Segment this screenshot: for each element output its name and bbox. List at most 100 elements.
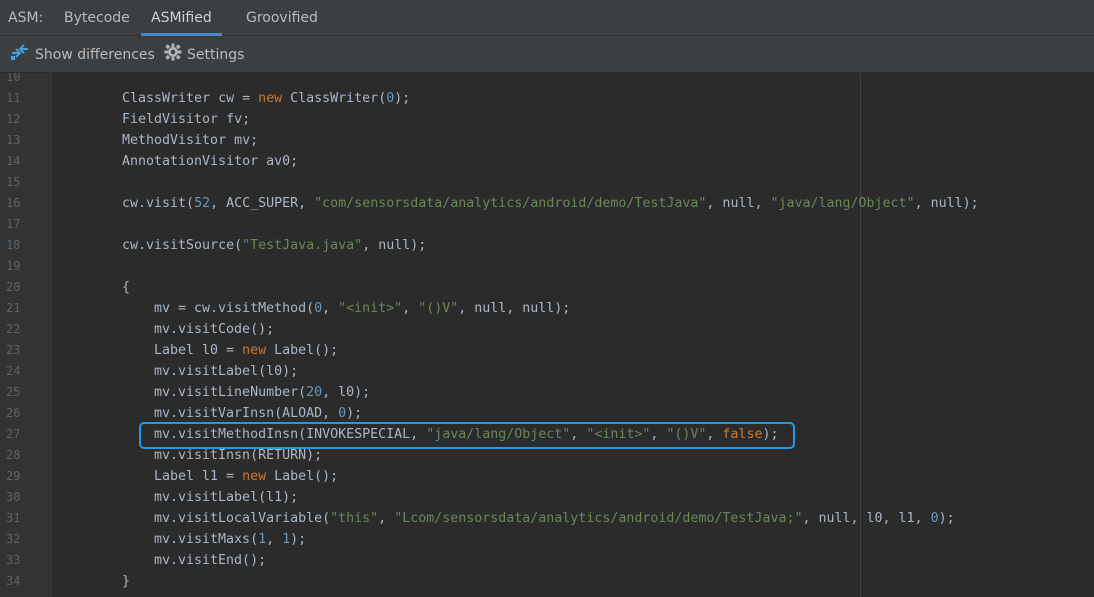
code-token: MethodVisitor mv;	[122, 133, 259, 148]
code-text: cw.visitSource("TestJava.java", null);	[122, 235, 426, 256]
code-token: new	[242, 343, 267, 358]
code-line[interactable]: 15	[0, 172, 1094, 193]
code-line[interactable]: 21 mv = cw.visitMethod(0, "<init>", "()V"…	[0, 298, 1094, 319]
code-line[interactable]: 23 Label l0 = new Label();	[0, 340, 1094, 361]
code-token: ,	[402, 301, 419, 316]
tab-bytecode[interactable]: Bytecode	[54, 0, 140, 36]
code-line[interactable]: 22 mv.visitCode();	[0, 319, 1094, 340]
tab-asmified[interactable]: ASMified	[141, 0, 222, 36]
code-line[interactable]: 17	[0, 214, 1094, 235]
code-token: "()V"	[418, 301, 459, 316]
code-token: Label();	[266, 343, 339, 358]
line-number: 22	[6, 322, 21, 336]
highlighted-line-box	[139, 422, 795, 449]
code-token: new	[242, 469, 267, 484]
code-text: mv = cw.visitMethod(0, "<init>", "()V", …	[154, 298, 570, 319]
show-differences-button[interactable]: Show differences	[10, 43, 155, 66]
line-number: 26	[6, 406, 21, 420]
code-token: 20	[306, 385, 323, 400]
code-token: , l0);	[322, 385, 371, 400]
line-number: 28	[6, 448, 21, 462]
code-token: 0	[338, 406, 347, 421]
line-number: 34	[6, 574, 21, 588]
code-text: mv.visitCode();	[154, 319, 274, 340]
code-token: , null,	[706, 196, 771, 211]
code-line[interactable]: 31 mv.visitLocalVariable("this", "Lcom/se…	[0, 508, 1094, 529]
code-token: 0	[314, 301, 323, 316]
show-differences-label: Show differences	[35, 47, 155, 63]
toolbar: Show differences Settings	[0, 36, 1094, 73]
code-token: 1	[282, 532, 291, 547]
code-token: "this"	[330, 511, 379, 526]
code-token: 0	[930, 511, 939, 526]
code-token: "java/lang/Object"	[770, 196, 915, 211]
code-token: Label l0 =	[154, 343, 243, 358]
code-text: Label l1 = new Label();	[154, 466, 338, 487]
code-token: );	[938, 511, 955, 526]
code-token: );	[346, 406, 363, 421]
code-text: mv.visitLineNumber(20, l0);	[154, 382, 370, 403]
line-number: 10	[6, 73, 21, 84]
code-line[interactable]: 34}	[0, 571, 1094, 592]
line-number: 30	[6, 490, 21, 504]
tab-groovified[interactable]: Groovified	[236, 0, 328, 36]
code-line[interactable]: 30 mv.visitLabel(l1);	[0, 487, 1094, 508]
code-token: mv.visitMaxs(	[154, 532, 259, 547]
line-number: 17	[6, 217, 21, 231]
code-token: "<init>"	[338, 301, 403, 316]
code-token: Label l1 =	[154, 469, 243, 484]
code-token: new	[258, 91, 283, 106]
line-number: 13	[6, 133, 21, 147]
code-token: , null);	[362, 238, 427, 253]
line-number: 33	[6, 553, 21, 567]
code-line[interactable]: 18 cw.visitSource("TestJava.java", null);	[0, 235, 1094, 256]
code-editor[interactable]: 10 11 ClassWriter cw = new ClassWriter(0);…	[0, 73, 1094, 597]
code-line[interactable]: 29 Label l1 = new Label();	[0, 466, 1094, 487]
code-line[interactable]: 25 mv.visitLineNumber(20, l0);	[0, 382, 1094, 403]
code-text: AnnotationVisitor av0;	[122, 151, 298, 172]
code-token: ,	[322, 301, 339, 316]
code-line[interactable]: 19	[0, 256, 1094, 277]
code-token: mv.visitInsn(RETURN);	[154, 448, 323, 463]
asm-label: ASM:	[8, 10, 44, 26]
code-line[interactable]: 12 FieldVisitor fv;	[0, 109, 1094, 130]
code-line[interactable]: 10	[0, 73, 1094, 88]
code-line[interactable]: 20 {	[0, 277, 1094, 298]
code-text: mv.visitEnd();	[154, 550, 266, 571]
code-line[interactable]: 24 mv.visitLabel(l0);	[0, 361, 1094, 382]
code-token: );	[290, 532, 307, 547]
code-token: "Lcom/sensorsdata/analytics/android/demo…	[394, 511, 803, 526]
code-line[interactable]: 32 mv.visitMaxs(1, 1);	[0, 529, 1094, 550]
line-number: 23	[6, 343, 21, 357]
code-line[interactable]: 16 cw.visit(52, ACC_SUPER, "com/sensorsda…	[0, 193, 1094, 214]
code-line[interactable]: 33 mv.visitEnd();	[0, 550, 1094, 571]
settings-button[interactable]: Settings	[164, 43, 244, 66]
code-token: mv.visitEnd();	[154, 553, 267, 568]
code-token: "TestJava.java"	[242, 238, 363, 253]
code-token: , ACC_SUPER,	[210, 196, 315, 211]
code-text: mv.visitLabel(l1);	[154, 487, 298, 508]
code-token: cw.visitSource(	[122, 238, 243, 253]
code-token: , null, l0, l1,	[802, 511, 931, 526]
code-text: MethodVisitor mv;	[122, 130, 258, 151]
code-token: ClassWriter(	[282, 91, 387, 106]
code-line[interactable]: 26 mv.visitVarInsn(ALOAD, 0);	[0, 403, 1094, 424]
code-token: mv.visitLocalVariable(	[154, 511, 331, 526]
line-number: 21	[6, 301, 21, 315]
line-number: 15	[6, 175, 21, 189]
line-number: 14	[6, 154, 21, 168]
code-line[interactable]: 14 AnnotationVisitor av0;	[0, 151, 1094, 172]
line-number: 29	[6, 469, 21, 483]
code-token: }	[122, 574, 131, 589]
code-token: , null);	[914, 196, 979, 211]
line-number: 20	[6, 280, 21, 294]
code-line[interactable]: 11 ClassWriter cw = new ClassWriter(0);	[0, 88, 1094, 109]
code-token: );	[394, 91, 411, 106]
code-token: AnnotationVisitor av0;	[122, 154, 299, 169]
code-token: 1	[258, 532, 267, 547]
line-number: 18	[6, 238, 21, 252]
code-line[interactable]: 13 MethodVisitor mv;	[0, 130, 1094, 151]
code-token: 52	[194, 196, 211, 211]
code-token: mv = cw.visitMethod(	[154, 301, 315, 316]
line-number: 32	[6, 532, 21, 546]
